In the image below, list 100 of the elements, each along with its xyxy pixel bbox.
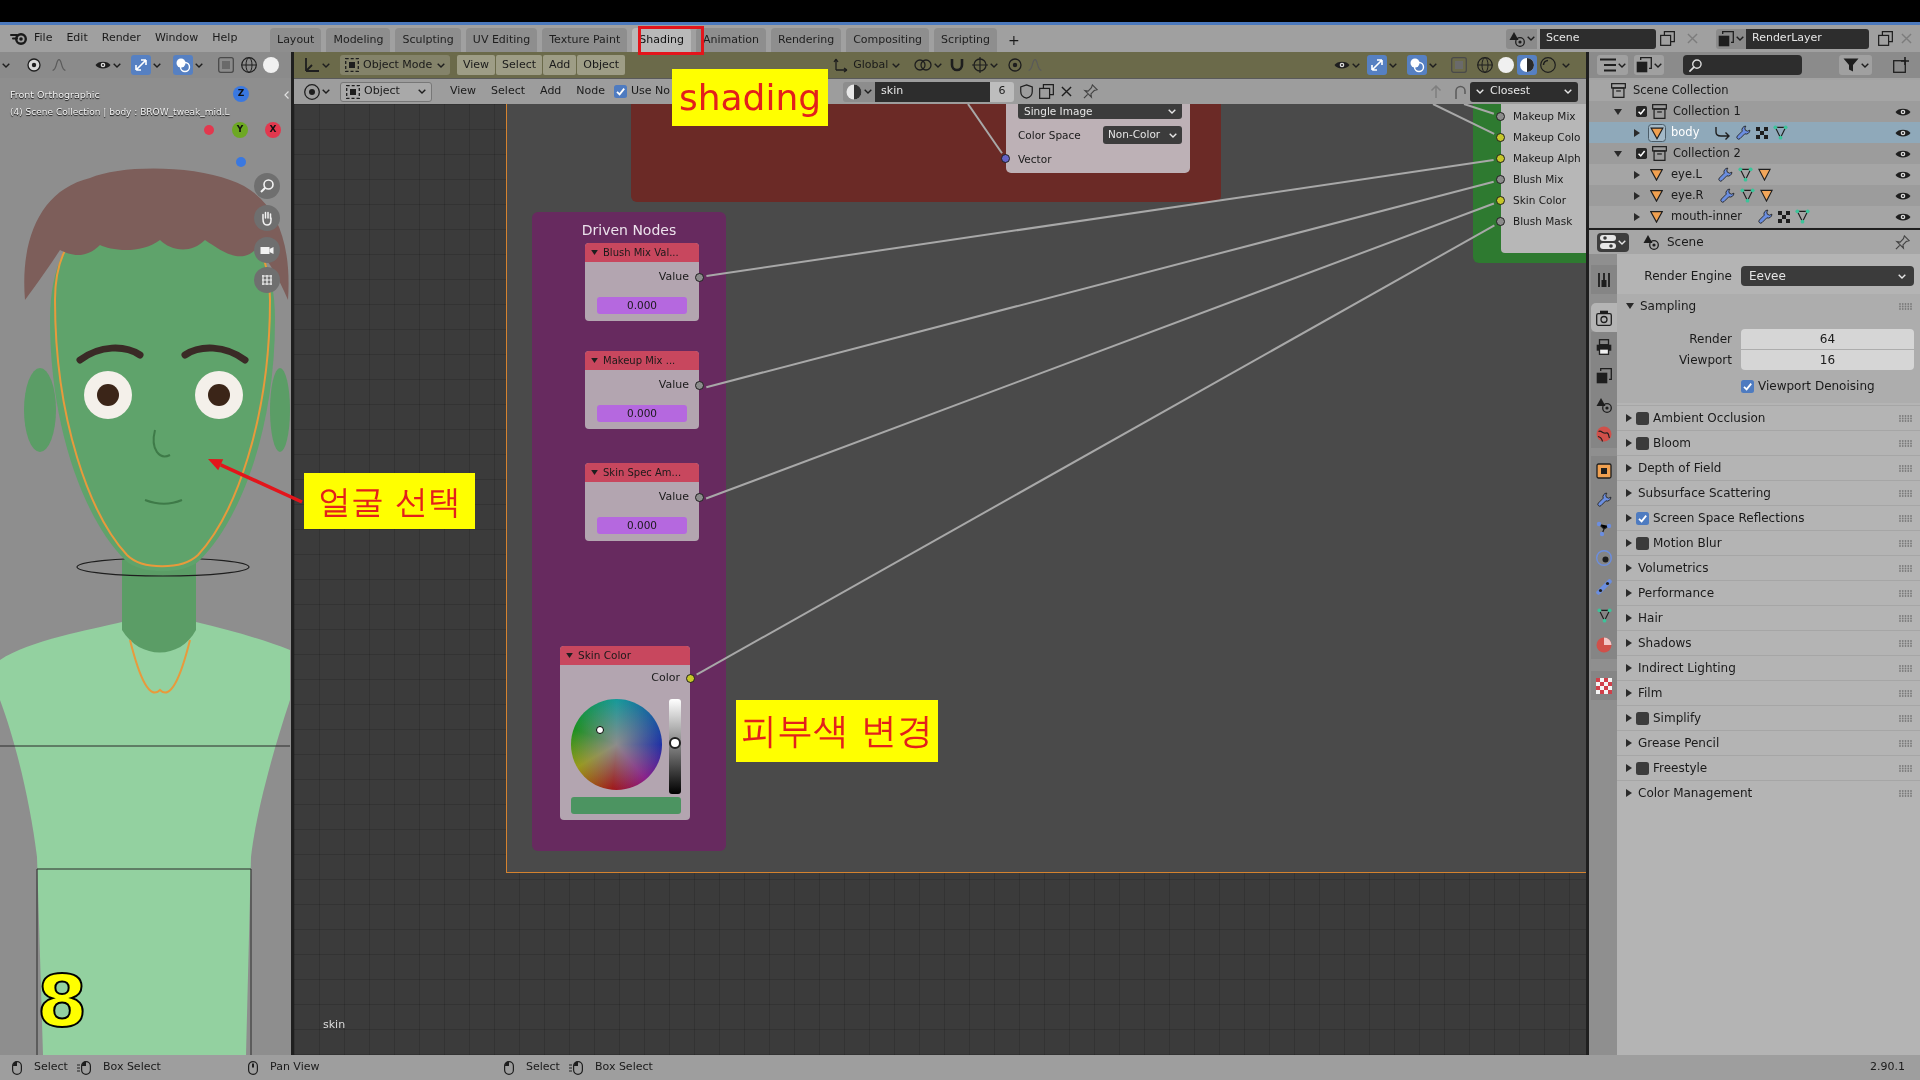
hook-icon[interactable] [1452, 83, 1466, 100]
magnifier-icon[interactable] [254, 173, 280, 199]
filter-dropdown[interactable] [1839, 55, 1872, 75]
panel-header[interactable]: Depth of Field [1617, 455, 1920, 480]
caret-icon[interactable] [1860, 62, 1869, 68]
snap-dropdown[interactable] [972, 57, 999, 73]
checkbox[interactable] [1636, 106, 1647, 117]
hand-icon[interactable] [254, 205, 280, 231]
menu-item[interactable]: Help [205, 27, 245, 50]
value-field[interactable]: 0.000 [597, 405, 687, 422]
workspace-tab[interactable]: Layout [270, 28, 322, 52]
eye-icon[interactable] [95, 60, 111, 70]
pivot-dropdown[interactable] [914, 59, 943, 71]
drag-handle-icon[interactable] [1899, 564, 1912, 572]
panel-header[interactable]: Freestyle [1617, 755, 1920, 780]
circle-arc-icon[interactable] [1540, 57, 1556, 73]
expand-arrow-icon[interactable] [1626, 514, 1632, 522]
search-field[interactable] [1683, 55, 1802, 75]
panel-header[interactable]: Indirect Lighting [1617, 655, 1920, 680]
eye-icon[interactable] [1895, 190, 1911, 201]
axis-button[interactable]: X [265, 122, 281, 138]
properties-tab[interactable] [1591, 456, 1617, 485]
expand-arrow-icon[interactable] [1626, 614, 1632, 622]
drag-handle-icon[interactable] [1899, 789, 1912, 797]
visibility-dropdown[interactable] [95, 60, 121, 70]
slider-thumb[interactable] [669, 736, 681, 749]
checkbox[interactable] [1636, 148, 1647, 159]
workspace-tab[interactable]: Modeling [326, 28, 391, 52]
copy-icon[interactable] [1039, 84, 1055, 99]
editor-type-dropdown[interactable] [1597, 55, 1628, 75]
square-plus-icon[interactable] [1893, 57, 1909, 73]
circle-dot-icon[interactable] [27, 58, 41, 72]
circle-dot-icon[interactable] [1008, 58, 1023, 72]
axis-button[interactable]: Z [233, 86, 249, 102]
eye-icon[interactable] [1334, 60, 1350, 70]
collapse-arrow-icon[interactable] [591, 250, 598, 255]
caret-icon[interactable] [2, 62, 10, 68]
drag-handle-icon[interactable] [1899, 689, 1912, 697]
toggles-icon[interactable] [1600, 235, 1616, 249]
circles-icon[interactable] [1407, 55, 1427, 75]
panel-header[interactable]: Grease Pencil [1617, 730, 1920, 755]
workspace-tab[interactable]: Animation [695, 28, 766, 52]
properties-tab[interactable] [1591, 332, 1617, 361]
image-stack-icon[interactable] [1636, 57, 1652, 73]
checkbox[interactable] [1636, 511, 1649, 525]
panel-header[interactable]: Sampling [1617, 294, 1920, 318]
menu-button[interactable]: View [457, 55, 496, 75]
checkbox[interactable] [1636, 536, 1649, 550]
collapse-arrow-icon[interactable] [591, 470, 598, 475]
collapse-arrow-icon[interactable] [591, 358, 598, 363]
crosshair-icon[interactable] [972, 57, 989, 73]
workspace-tab[interactable]: Compositing [846, 28, 930, 52]
menu-item[interactable]: Render [94, 27, 148, 50]
rings-icon[interactable] [914, 59, 933, 71]
workspace-tab[interactable]: Texture Paint [542, 28, 628, 52]
shield-icon[interactable] [1020, 84, 1034, 99]
mode-dropdown[interactable]: Object Mode [340, 55, 450, 75]
wire-globe-icon[interactable] [1477, 57, 1493, 73]
circle-dot-icon[interactable] [304, 83, 320, 100]
shapes-icon[interactable] [1508, 30, 1525, 47]
expand-arrow-icon[interactable] [1626, 464, 1632, 472]
view-layer-field[interactable]: RenderLayer [1746, 28, 1869, 49]
grid-icon[interactable] [254, 267, 280, 293]
panel-header[interactable]: Screen Space Reflections [1617, 505, 1920, 530]
expand-arrow-icon[interactable] [1634, 212, 1640, 221]
axes-icon[interactable] [304, 57, 320, 73]
display-mode-dropdown[interactable] [1634, 55, 1664, 75]
expand-arrow-icon[interactable] [1626, 303, 1634, 309]
gizmo-dropdown[interactable] [131, 55, 161, 75]
checkbox[interactable] [1741, 379, 1754, 393]
material-browse-dropdown[interactable] [843, 81, 876, 102]
drag-handle-icon[interactable] [1899, 764, 1912, 772]
caret-icon[interactable] [322, 89, 330, 94]
workspace-tab[interactable]: Scripting [934, 28, 998, 52]
caret-icon[interactable] [153, 62, 161, 68]
solid-circle-icon[interactable] [1498, 57, 1514, 73]
half-circle-icon[interactable] [846, 83, 863, 100]
number-field[interactable]: 64 [1741, 329, 1914, 349]
eye-icon[interactable] [1895, 148, 1911, 159]
drag-handle-icon[interactable] [1899, 539, 1912, 547]
workspace-tab[interactable]: Sculpting [395, 28, 461, 52]
view-layer-browse-button[interactable] [1716, 28, 1746, 49]
eye-icon[interactable] [1895, 211, 1911, 222]
panel-header[interactable]: Bloom [1617, 430, 1920, 455]
checkbox-label[interactable]: Use No [631, 83, 671, 100]
user-count-field[interactable]: 6 [990, 81, 1015, 102]
copy-icon[interactable] [1660, 31, 1675, 46]
logo-icon[interactable] [10, 32, 27, 45]
drag-handle-icon[interactable] [1899, 489, 1912, 497]
arrows-icon[interactable] [1367, 55, 1387, 75]
caret-icon[interactable] [1617, 62, 1626, 68]
editor-type-dropdown[interactable] [304, 83, 330, 100]
checkbox-label[interactable]: Viewport Denoising [1758, 377, 1875, 395]
scene-browse-button[interactable] [1506, 28, 1537, 49]
list-icon[interactable] [1599, 58, 1616, 72]
menu-button[interactable]: Select [496, 55, 543, 75]
expand-arrow-icon[interactable] [1634, 128, 1640, 137]
caret-icon[interactable] [864, 89, 873, 94]
expand-arrow-icon[interactable] [1626, 639, 1632, 647]
copy-icon[interactable] [1878, 31, 1893, 46]
